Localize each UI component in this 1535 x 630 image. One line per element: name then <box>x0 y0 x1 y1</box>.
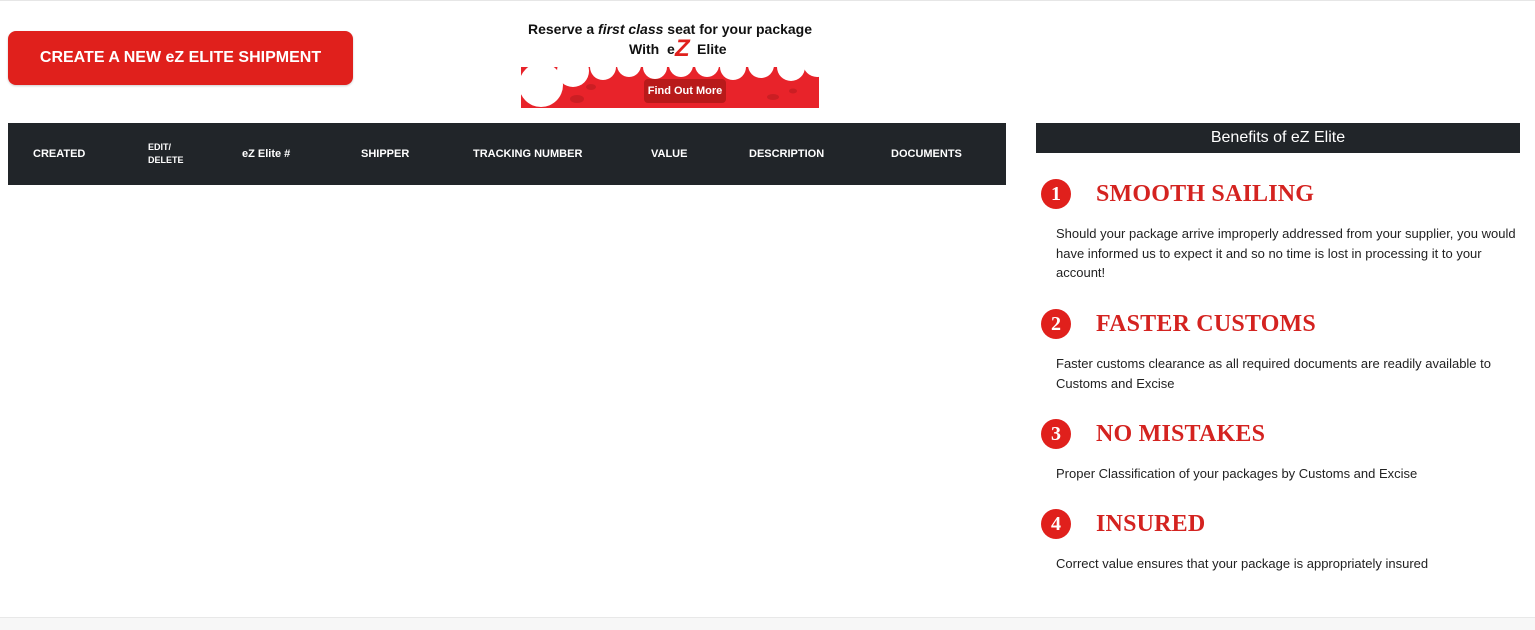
benefit-number-badge: 1 <box>1041 179 1071 209</box>
benefit-text: Proper Classification of your packages b… <box>1056 466 1418 481</box>
column-value[interactable]: VALUE <box>651 123 687 185</box>
column-ez-elite-number[interactable]: eZ Elite # <box>242 123 290 185</box>
benefit-heading: NO MISTAKES <box>1096 421 1266 447</box>
banner-headline-em: first class <box>598 21 664 37</box>
column-edit-line1: EDIT/ <box>148 142 172 152</box>
banner-headline: Reserve a first class seat for your pack… <box>521 21 819 37</box>
top-divider <box>0 0 1535 1</box>
banner-logo-e: e <box>667 41 675 57</box>
benefit-heading: FASTER CUSTOMS <box>1096 311 1316 337</box>
benefit-heading: SMOOTH SAILING <box>1096 181 1315 207</box>
footer-divider <box>0 617 1535 630</box>
shipments-table-header: CREATED EDIT/DELETE eZ Elite # SHIPPER T… <box>8 123 1006 185</box>
column-edit-line2: DELETE <box>148 155 184 165</box>
banner-with-text: With <box>629 41 660 57</box>
column-edit-delete[interactable]: EDIT/DELETE <box>148 123 184 185</box>
create-shipment-button[interactable]: CREATE A NEW eZ ELITE SHIPMENT <box>8 31 353 85</box>
benefit-number-badge: 3 <box>1041 419 1071 449</box>
benefit-heading: INSURED <box>1096 511 1206 537</box>
promo-banner[interactable]: Reserve a first class seat for your pack… <box>521 15 819 108</box>
column-description[interactable]: DESCRIPTION <box>749 123 824 185</box>
benefit-number-badge: 4 <box>1041 509 1071 539</box>
banner-headline-pre: Reserve a <box>527 21 599 37</box>
banner-logo-elite: Elite <box>697 41 727 57</box>
benefit-text: Faster customs clearance as all required… <box>1056 356 1491 391</box>
benefit-text: Should your package arrive improperly ad… <box>1056 226 1516 280</box>
column-shipper[interactable]: SHIPPER <box>361 123 409 185</box>
column-created[interactable]: CREATED <box>33 123 85 185</box>
column-tracking-number[interactable]: TRACKING NUMBER <box>473 123 582 185</box>
benefits-title: Benefits of eZ Elite <box>1036 123 1520 153</box>
benefit-text: Correct value ensures that your package … <box>1056 556 1429 571</box>
find-out-more-button[interactable]: Find Out More <box>644 79 726 103</box>
banner-logo-z: Z <box>675 35 690 62</box>
column-documents[interactable]: DOCUMENTS <box>891 123 962 185</box>
benefit-number-badge: 2 <box>1041 309 1071 339</box>
